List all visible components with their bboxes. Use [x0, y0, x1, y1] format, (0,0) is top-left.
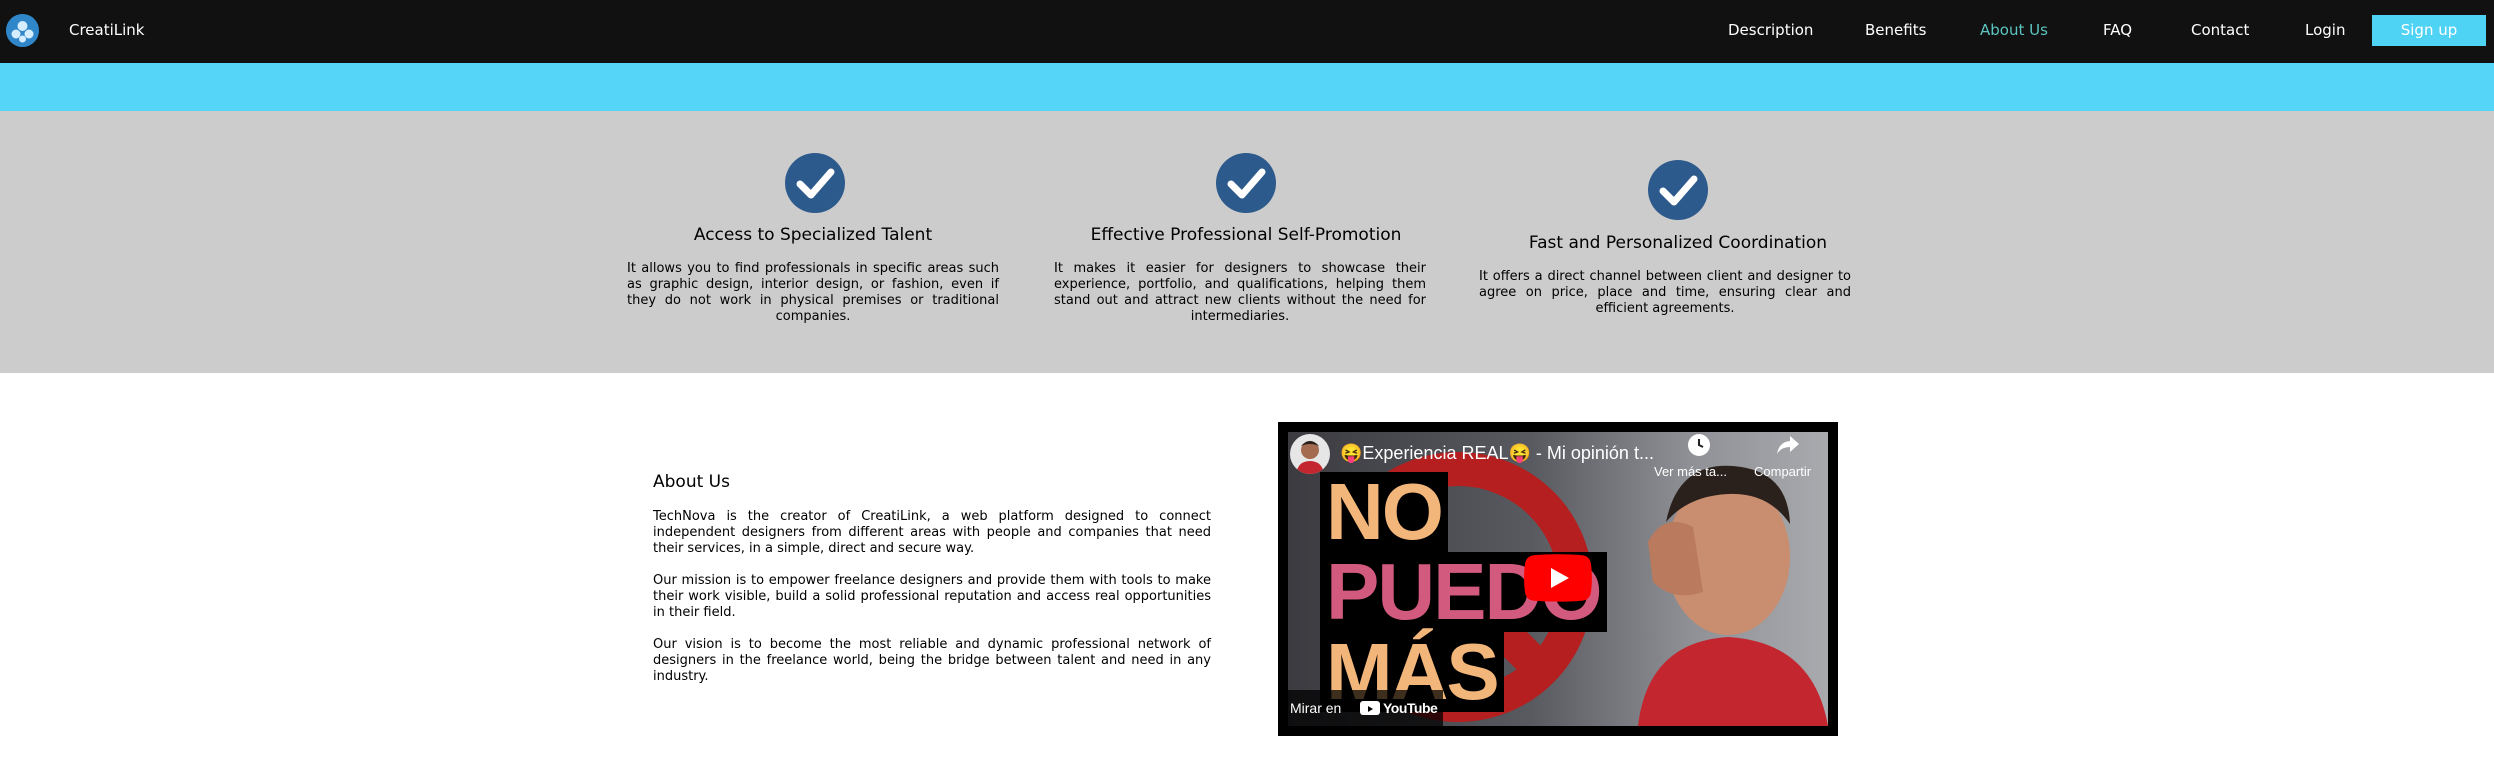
nav-description[interactable]: Description	[1728, 20, 1813, 40]
person-image	[1638, 465, 1828, 726]
about-title: About Us	[653, 472, 730, 492]
logo-icon[interactable]	[6, 14, 39, 47]
watch-later-label[interactable]: Ver más ta...	[1654, 464, 1727, 480]
benefit-text: It makes it easier for designers to show…	[1054, 261, 1426, 324]
youtube-logo-icon	[1360, 701, 1380, 715]
benefit-title: Effective Professional Self-Promotion	[1090, 225, 1402, 245]
brand-name[interactable]: CreatiLink	[69, 20, 145, 40]
navbar: CreatiLink Description Benefits About Us…	[0, 0, 2494, 63]
nav-about-us[interactable]: About Us	[1980, 20, 2048, 40]
benefit-title: Fast and Personalized Coordination	[1528, 233, 1828, 253]
hero-strip	[0, 63, 2494, 111]
play-button[interactable]	[1524, 554, 1592, 606]
channel-avatar[interactable]	[1290, 434, 1330, 474]
share-icon[interactable]	[1776, 434, 1800, 460]
youtube-wordmark: YouTube	[1383, 700, 1438, 716]
video-title[interactable]: 😝Experiencia REAL😝 - Mi opinión t...	[1340, 442, 1654, 464]
nav-faq[interactable]: FAQ	[2103, 20, 2132, 40]
check-circle-icon	[785, 153, 845, 213]
youtube-video-embed[interactable]: 😝Experiencia REAL😝 - Mi opinión t... Ver…	[1278, 422, 1838, 736]
check-circle-icon	[1216, 153, 1276, 213]
nav-benefits[interactable]: Benefits	[1865, 20, 1926, 40]
benefit-text: It allows you to find professionals in s…	[627, 261, 999, 324]
check-circle-icon	[1648, 160, 1708, 220]
nav-login[interactable]: Login	[2305, 20, 2345, 40]
nav-contact[interactable]: Contact	[2191, 20, 2249, 40]
benefits-section: Access to Specialized Talent It allows y…	[0, 111, 2494, 373]
about-paragraph: Our mission is to empower freelance desi…	[653, 573, 1211, 620]
benefit-text: It offers a direct channel between clien…	[1479, 269, 1851, 316]
about-paragraph: Our vision is to become the most reliabl…	[653, 637, 1211, 684]
benefit-title: Access to Specialized Talent	[693, 225, 933, 245]
about-paragraph: TechNova is the creator of CreatiLink, a…	[653, 509, 1211, 556]
watch-on-label: Mirar en	[1290, 700, 1342, 716]
clock-icon[interactable]	[1688, 434, 1710, 456]
share-label[interactable]: Compartir	[1754, 464, 1811, 480]
signup-button[interactable]: Sign up	[2372, 15, 2486, 46]
thumb-text-line: NO	[1320, 472, 1448, 552]
watch-on-youtube-button[interactable]: Mirar en YouTube	[1278, 690, 1443, 726]
